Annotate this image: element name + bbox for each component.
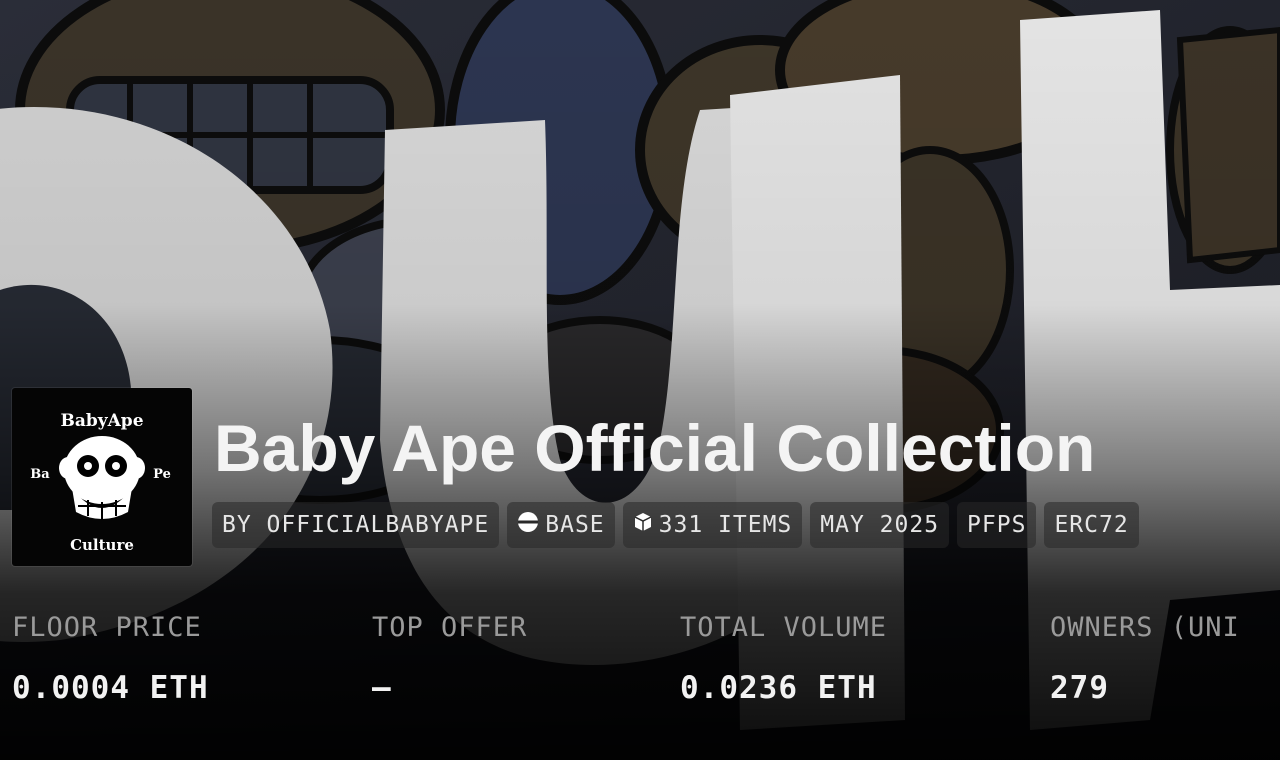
collection-title: Baby Ape Official Collection (214, 411, 1096, 485)
collection-meta-chips: BY OFFICIALBABYAPE BASE 331 ITEMS MAY 20… (212, 502, 1139, 548)
stat-value: 279 (1050, 670, 1109, 706)
stat-label: TOP OFFER (372, 612, 528, 643)
stat-value: — (372, 670, 392, 706)
stat-value: 0.0236 ETH (680, 670, 877, 706)
stat-floor-price: FLOOR PRICE 0.0004 ETH (12, 608, 209, 708)
stat-label: FLOOR PRICE (12, 612, 202, 643)
chain-chip-label: BASE (545, 512, 605, 538)
chain-chip[interactable]: BASE (507, 502, 615, 548)
token-standard-label: ERC72 (1054, 512, 1129, 538)
stat-value: 0.0004 ETH (12, 670, 209, 706)
stat-label: OWNERS (UNI (1050, 612, 1240, 643)
logo-bottom-text: Culture (70, 536, 134, 554)
collection-page: BabyApe Ba Pe Culture Baby Ape Official … (0, 0, 1280, 760)
stat-owners: OWNERS (UNI 279 (1050, 608, 1240, 708)
logo-top-text: BabyApe (60, 411, 143, 431)
base-chain-icon (517, 511, 539, 539)
collection-logo: BabyApe Ba Pe Culture (12, 388, 192, 566)
items-count-chip: 331 ITEMS (622, 502, 803, 548)
token-standard-chip: ERC72 (1044, 502, 1139, 548)
category-chip-label: PFPS (967, 512, 1027, 538)
cube-icon (633, 512, 653, 538)
logo-right-text: Pe (153, 467, 171, 482)
stat-top-offer: TOP OFFER — (372, 608, 527, 708)
creator-chip[interactable]: BY OFFICIALBABYAPE (212, 502, 500, 548)
logo-left-text: Ba (30, 467, 50, 482)
category-chip[interactable]: PFPS (957, 502, 1037, 548)
items-count-label: 331 ITEMS (658, 512, 793, 538)
stat-label: TOTAL VOLUME (680, 612, 888, 643)
ape-skull-icon: BabyApe Ba Pe Culture (30, 411, 171, 554)
creator-chip-label: BY OFFICIALBABYAPE (222, 512, 490, 538)
created-date-label: MAY 2025 (820, 512, 940, 538)
stat-total-volume: TOTAL VOLUME 0.0236 ETH (680, 608, 887, 708)
created-date-chip: MAY 2025 (810, 502, 950, 548)
